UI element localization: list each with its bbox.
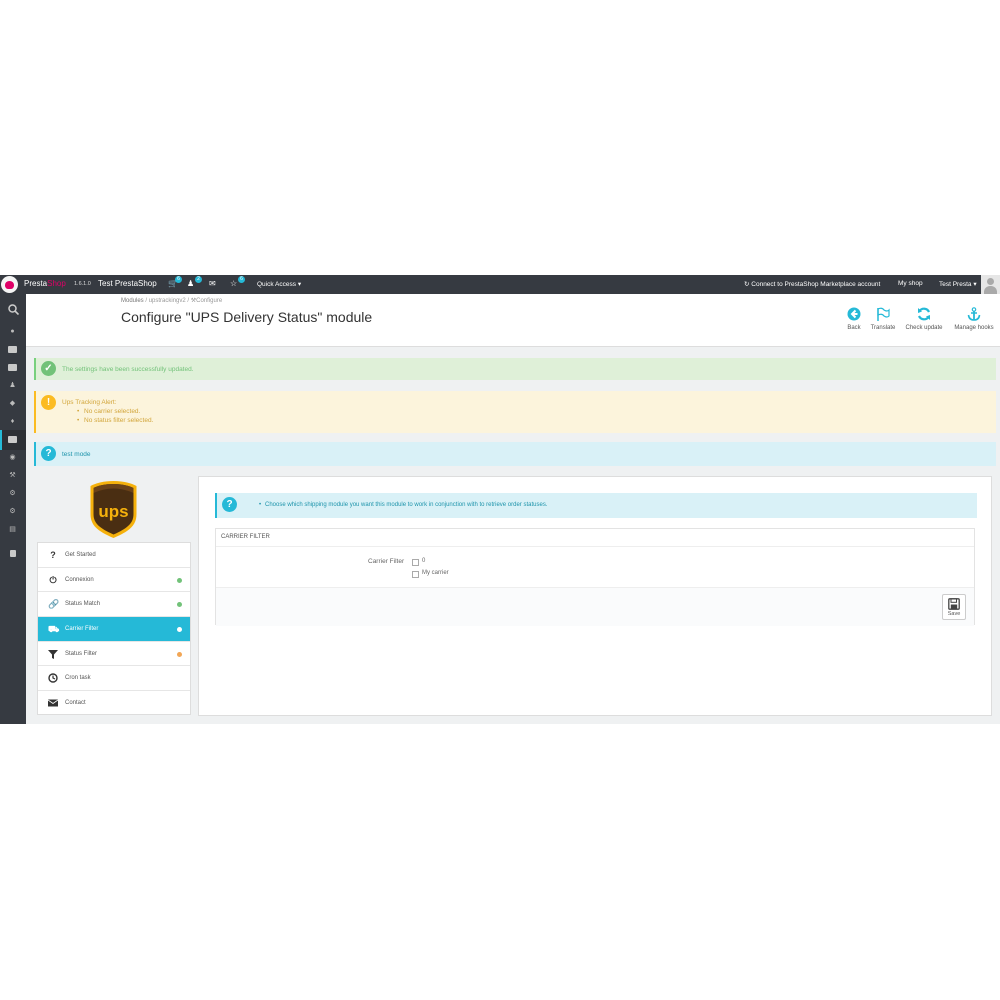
- clock-icon: [48, 673, 58, 684]
- module-tabs: ? Get Started ⏻ Connexion 🔗 Status Match…: [37, 542, 191, 715]
- breadcrumb: Modules / upstrackingv2 / ⚒Configure: [121, 298, 223, 304]
- my-shop-link[interactable]: My shop: [898, 280, 923, 287]
- question-icon: ?: [222, 497, 237, 512]
- truck-icon: ⛟: [48, 624, 60, 635]
- breadcrumb-module[interactable]: upstrackingv2: [149, 298, 186, 304]
- tab-status-match[interactable]: 🔗 Status Match: [38, 592, 190, 618]
- search-icon[interactable]: [8, 304, 19, 315]
- caret-down-icon: ▾: [973, 281, 977, 288]
- save-icon: [948, 598, 960, 610]
- localization-icon[interactable]: ◉: [8, 454, 17, 461]
- tab-status-filter[interactable]: Status Filter: [38, 642, 190, 667]
- info-message: test mode: [62, 451, 91, 458]
- ups-logo: ups: [90, 481, 137, 538]
- refresh-icon: [917, 307, 931, 321]
- filter-icon: [48, 649, 58, 659]
- carrier-checkbox-my-carrier[interactable]: [412, 571, 419, 578]
- panel-footer: Save: [216, 587, 974, 626]
- warning-title: Ups Tracking Alert:: [62, 399, 117, 406]
- customers-icon[interactable]: ♟: [8, 382, 17, 389]
- back-button[interactable]: Back: [844, 307, 864, 331]
- link-icon: 🔗: [48, 599, 60, 610]
- admin-sidebar: ● ♟ ◆ ♦ ◉ ⚒ ⚙ ⚙ ▤: [0, 294, 26, 724]
- success-alert: ✓ The settings have been successfully up…: [34, 358, 996, 380]
- check-icon: ✓: [41, 361, 56, 376]
- status-dot: [177, 602, 182, 608]
- carrier-info-alert: ? Choose which shipping module you want …: [215, 493, 977, 518]
- prestashop-logo[interactable]: [1, 276, 18, 293]
- trophy-badge: 6: [238, 276, 245, 283]
- brand-name: PrestaShop: [24, 279, 66, 288]
- question-icon: ?: [41, 446, 56, 461]
- save-button[interactable]: Save: [942, 594, 966, 620]
- breadcrumb-configure: Configure: [196, 298, 223, 304]
- shipping-icon[interactable]: [8, 436, 17, 443]
- shop-name-link[interactable]: Test PrestaShop: [98, 279, 157, 288]
- stats-icon[interactable]: ▤: [8, 526, 17, 533]
- advanced-parameters-icon[interactable]: ⚙: [8, 490, 17, 497]
- prestashop-admin-window: PrestaShop 1.6.1.0 Test PrestaShop 🛒 6 ♟…: [0, 275, 1000, 724]
- envelope-icon: [48, 699, 58, 707]
- status-dot: [177, 651, 182, 657]
- user-icon[interactable]: ♟: [187, 279, 194, 288]
- trophy-icon[interactable]: ☆: [230, 279, 237, 288]
- page-header: Modules / upstrackingv2 / ⚒Configure Con…: [26, 294, 1000, 347]
- back-arrow-icon: [847, 307, 861, 321]
- translate-button[interactable]: Translate: [868, 307, 898, 331]
- catalog-icon[interactable]: [8, 364, 17, 371]
- avatar[interactable]: [981, 275, 1000, 294]
- tab-cron-task[interactable]: Cron task: [38, 666, 190, 692]
- administration-icon[interactable]: ⚙: [8, 508, 17, 515]
- anchor-icon: [967, 307, 981, 321]
- breadcrumb-modules[interactable]: Modules: [121, 298, 144, 304]
- panel-heading: CARRIER FILTER: [216, 529, 974, 547]
- quick-access-menu[interactable]: Quick Access ▾: [257, 280, 301, 288]
- preferences-icon[interactable]: ⚒: [8, 472, 17, 479]
- carrier-info-text: Choose which shipping module you want th…: [259, 502, 547, 508]
- page-title: Configure "UPS Delivery Status" module: [121, 309, 373, 325]
- power-icon: ⏻: [49, 574, 57, 585]
- price-rules-icon[interactable]: ◆: [8, 400, 17, 407]
- tab-contact[interactable]: Contact: [38, 691, 190, 716]
- carrier-option-label: 0: [422, 558, 426, 564]
- envelope-icon[interactable]: ✉: [209, 279, 216, 288]
- question-icon: ?: [50, 550, 56, 560]
- orders-icon[interactable]: [8, 346, 17, 353]
- top-navbar: PrestaShop 1.6.1.0 Test PrestaShop 🛒 6 ♟…: [0, 275, 1000, 294]
- collapse-icon[interactable]: [10, 550, 16, 557]
- carrier-checkbox-0[interactable]: [412, 559, 419, 566]
- success-message: The settings have been successfully upda…: [62, 366, 194, 373]
- manage-hooks-button[interactable]: Manage hooks: [951, 307, 997, 331]
- flag-icon: [877, 307, 890, 321]
- status-dot: [177, 627, 182, 633]
- carrier-filter-form: CARRIER FILTER Carrier Filter 0 My carri…: [215, 528, 975, 626]
- warning-item: No status filter selected.: [84, 417, 154, 424]
- module-content-panel: ? Choose which shipping module you want …: [198, 476, 992, 716]
- warning-item: No carrier selected.: [84, 408, 141, 415]
- tab-carrier-filter[interactable]: ⛟ Carrier Filter: [38, 617, 190, 642]
- refresh-link-icon: ↻: [744, 281, 750, 288]
- info-alert: ? test mode: [34, 442, 996, 466]
- marketplace-connect-link[interactable]: ↻ Connect to PrestaShop Marketplace acco…: [744, 280, 880, 288]
- dashboard-icon[interactable]: ●: [8, 328, 17, 335]
- exclamation-icon: !: [41, 395, 56, 410]
- status-dot: [177, 577, 182, 583]
- check-update-button[interactable]: Check update: [903, 307, 945, 331]
- modules-icon[interactable]: ♦: [8, 418, 17, 425]
- carrier-option-label: My carrier: [422, 570, 449, 576]
- tab-connexion[interactable]: ⏻ Connexion: [38, 568, 190, 593]
- customers-badge: 2: [195, 276, 202, 283]
- version-label: 1.6.1.0: [74, 281, 91, 287]
- warning-alert: ! Ups Tracking Alert: No carrier selecte…: [34, 391, 996, 433]
- carrier-filter-label: Carrier Filter: [368, 558, 405, 565]
- caret-down-icon: ▾: [297, 281, 302, 288]
- tab-get-started[interactable]: ? Get Started: [38, 543, 190, 568]
- user-menu[interactable]: Test Presta ▾: [939, 280, 977, 288]
- svg-text:ups: ups: [98, 502, 128, 521]
- orders-badge: 6: [175, 276, 182, 283]
